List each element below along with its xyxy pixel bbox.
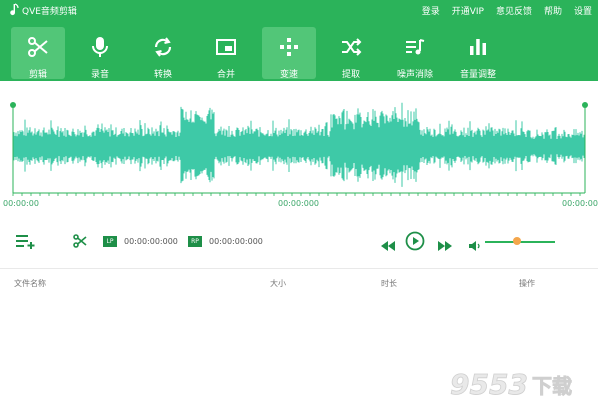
time-end: 00:00:00 (562, 199, 598, 208)
svg-text:下载: 下载 (532, 374, 572, 398)
tab-record[interactable]: 录音 (73, 27, 127, 80)
convert-icon (154, 37, 172, 57)
merge-icon (216, 39, 236, 55)
tab-volume-adjust[interactable]: 音量调整 (450, 27, 506, 80)
app-title: QVE音频剪辑 (22, 7, 77, 17)
main-toolbar: 剪辑 录音 转换 合并 变速 提取 噪声消除 音量调整 (0, 22, 598, 81)
rp-badge: RP (188, 236, 202, 247)
tab-extract[interactable]: 提取 (324, 27, 378, 80)
lp-badge: LP (103, 236, 117, 247)
column-size: 大小 (270, 279, 286, 288)
column-duration: 时长 (381, 279, 397, 288)
cut-button[interactable] (72, 233, 88, 253)
tab-merge[interactable]: 合并 (199, 27, 253, 80)
tab-speed[interactable]: 变速 (262, 27, 316, 80)
waveform-canvas[interactable] (0, 81, 598, 211)
column-action: 操作 (519, 279, 535, 288)
volume-bars-icon (470, 39, 486, 55)
audio-waveform (13, 102, 585, 187)
speaker-icon (469, 241, 480, 251)
scissors-icon (28, 37, 48, 57)
rewind-button[interactable] (381, 236, 395, 255)
volume-slider-thumb[interactable] (512, 237, 521, 245)
add-list-icon (16, 235, 35, 249)
rewind-icon (381, 241, 395, 251)
time-start: 00:00:00 (3, 199, 39, 208)
add-file-button[interactable] (15, 233, 37, 253)
scissors-icon (73, 234, 87, 248)
site-watermark-logo: 9553 下载 (450, 368, 573, 400)
vip-link[interactable]: 开通VIP (452, 4, 484, 17)
play-icon (405, 231, 425, 251)
noise-removal-icon (406, 39, 425, 55)
feedback-link[interactable]: 意见反馈 (496, 4, 532, 17)
tab-noise-removal[interactable]: 噪声消除 (387, 27, 443, 80)
speed-icon (280, 38, 298, 56)
rp-time[interactable]: 00:00:00:000 (209, 237, 263, 246)
music-note-icon (10, 3, 19, 16)
column-file-name: 文件名称 (14, 279, 46, 288)
waveform-panel[interactable] (0, 81, 598, 211)
svg-text:9553: 9553 (450, 368, 528, 400)
play-button[interactable] (405, 231, 425, 255)
fast-forward-icon (438, 241, 452, 251)
help-link[interactable]: 帮助 (544, 4, 562, 17)
microphone-icon (92, 37, 108, 57)
tab-convert[interactable]: 转换 (136, 27, 190, 80)
time-middle: 00:00:000 (278, 199, 320, 208)
tab-cut[interactable]: 剪辑 (11, 27, 65, 80)
fast-forward-button[interactable] (438, 236, 452, 255)
divider (0, 268, 598, 269)
lp-time[interactable]: 00:00:00:000 (124, 237, 178, 246)
shuffle-icon (342, 38, 362, 56)
login-link[interactable]: 登录 (422, 4, 440, 17)
end-marker-handle[interactable] (582, 102, 588, 108)
top-menu: 登录 开通VIP 意见反馈 帮助 设置 (422, 4, 592, 17)
volume-button[interactable] (469, 236, 481, 255)
title-bar: QVE音频剪辑 登录 开通VIP 意见反馈 帮助 设置 (0, 0, 598, 22)
settings-link[interactable]: 设置 (574, 4, 592, 17)
start-marker-handle[interactable] (10, 102, 16, 108)
